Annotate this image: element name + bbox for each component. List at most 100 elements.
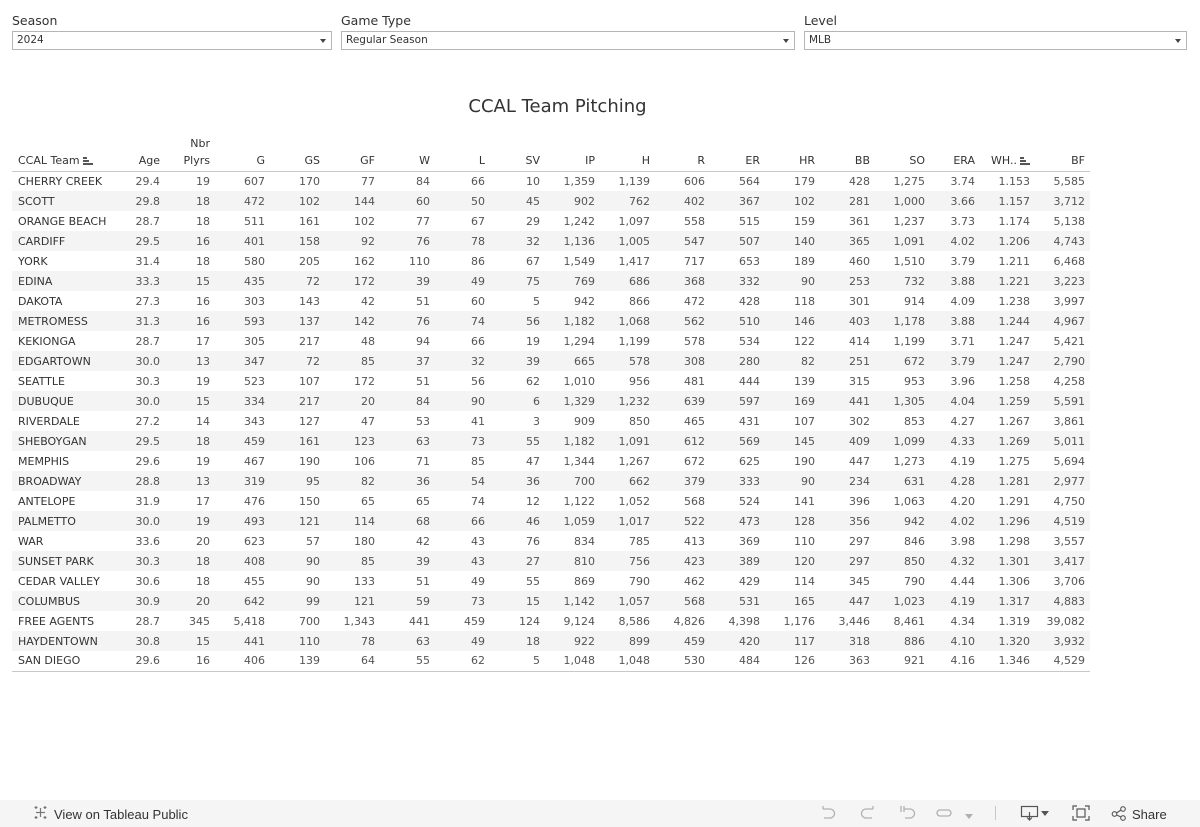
column-header-er[interactable]: ER [710,134,765,172]
stat-cell: 30.6 [135,574,161,588]
stat-cell: 102 [270,191,325,211]
column-header-h[interactable]: H [600,134,655,172]
column-header-r[interactable]: R [655,134,710,172]
column-header-gs[interactable]: GS [270,134,325,172]
stat-cell: 700 [545,471,600,491]
stat-cell: 4.44 [950,574,976,588]
stat-cell: 90 [765,471,820,491]
stat-cell: 49 [435,271,490,291]
column-header-ip[interactable]: IP [545,134,600,172]
stat-cell: 27.2 [135,414,161,428]
stat-cell: 672 [684,454,705,468]
refresh-icon[interactable] [935,805,953,825]
column-header-w[interactable]: W [380,134,435,172]
stat-cell: 389 [710,551,765,571]
table-row: DUBUQUE 30.0 15 334 217 20 84 90 6 1,329 1,232 639 5… [12,391,1090,411]
stat-cell: 3,557 [1053,534,1086,548]
stat-cell: 465 [684,414,705,428]
column-header-age[interactable]: Age [125,134,165,172]
column-header-sv[interactable]: SV [490,134,545,172]
stat-cell: 597 [710,391,765,411]
stat-cell: 15 [165,631,215,651]
column-header-g[interactable]: G [215,134,270,172]
column-header-ccal-team[interactable]: CCAL Team [12,134,125,172]
game-type-label: Game Type [341,13,411,28]
stat-cell: 57 [306,534,320,548]
column-header-bf[interactable]: BF [1035,134,1090,172]
stat-cell: 20 [196,534,210,548]
stat-cell: 86 [471,254,485,268]
table-body: CHERRY CREEK 29.4 19 607 170 77 84 66 10 1,359 1,1… [12,171,1090,672]
column-header-gf[interactable]: GF [325,134,380,172]
table-row: RIVERDALE 27.2 14 343 127 47 53 41 3 909 850 465 431… [12,411,1090,431]
undo-icon[interactable] [819,805,837,825]
stat-cell: 1,052 [618,494,651,508]
stat-cell: 515 [739,214,760,228]
stat-cell: 30.8 [125,631,165,651]
stat-cell: 396 [849,494,870,508]
team-name-cell: DUBUQUE [12,391,125,411]
stat-cell: 90 [270,551,325,571]
stat-cell: 1,063 [893,494,926,508]
stat-cell: 2,790 [1035,351,1090,371]
stat-cell: 63 [380,431,435,451]
column-header-wh[interactable]: WH.. [980,134,1035,172]
column-header-hr[interactable]: HR [765,134,820,172]
stat-cell: 568 [684,494,705,508]
chevron-down-icon [320,39,326,43]
stat-cell: 531 [710,591,765,611]
season-dropdown[interactable]: 2024 [12,31,332,50]
stat-cell: 3,223 [1035,271,1090,291]
stat-cell: 74 [435,311,490,331]
stat-cell: 107 [794,414,815,428]
stat-cell: 4,258 [1053,374,1086,388]
stat-cell: 428 [849,174,870,188]
view-on-tableau-public-link[interactable]: View on Tableau Public [33,805,188,823]
stat-cell: 19 [165,511,215,531]
column-header-label: HR [799,153,815,167]
stat-cell: 343 [244,414,265,428]
stat-cell: 301 [849,294,870,308]
column-header-nbr-plyrs[interactable]: Nbr Plyrs [165,134,215,172]
stat-cell: 785 [629,534,650,548]
redo-icon[interactable] [859,805,877,825]
stat-cell: 1,267 [618,454,651,468]
column-header-so[interactable]: SO [875,134,930,172]
table-row: DAKOTA 27.3 16 303 143 42 51 60 5 942 866 472 428 118… [12,291,1090,311]
table-row: SAN DIEGO 29.6 16 406 139 64 55 62 5 1,048 1,048 53… [12,651,1090,672]
column-header-bb[interactable]: BB [820,134,875,172]
game-type-dropdown[interactable]: Regular Season [341,31,795,50]
stat-cell: 511 [244,214,265,228]
stat-cell: 481 [684,374,705,388]
stat-cell: 41 [471,414,485,428]
stat-cell: 334 [215,391,270,411]
pause-dropdown-icon[interactable] [964,809,974,825]
stat-cell: 3.96 [950,374,976,388]
column-header-l[interactable]: L [435,134,490,172]
stat-cell: 18 [165,551,215,571]
level-dropdown[interactable]: MLB [804,31,1187,50]
stat-cell: 145 [765,431,820,451]
stat-cell: 159 [794,214,815,228]
download-icon[interactable] [1020,805,1050,825]
revert-icon[interactable] [899,805,917,825]
stat-cell: 31.3 [125,311,165,331]
stat-cell: 102 [765,191,820,211]
stat-cell: 189 [794,254,815,268]
sort-ascending-icon[interactable] [82,156,93,165]
fullscreen-icon[interactable] [1072,805,1090,825]
game-type-value: Regular Season [346,34,428,46]
tableau-logo-icon [33,805,48,823]
stat-cell: 71 [416,454,430,468]
sort-ascending-icon[interactable] [1020,156,1030,165]
column-header-era[interactable]: ERA [930,134,980,172]
stat-cell: 162 [354,254,375,268]
stat-cell: 117 [765,631,820,651]
stat-cell: 3.88 [930,311,980,331]
stat-cell: 64 [325,651,380,672]
share-button[interactable]: Share [1111,805,1167,824]
stat-cell: 1,275 [893,174,926,188]
stat-cell: 49 [435,631,490,651]
stat-cell: 853 [904,414,925,428]
stat-cell: 1,048 [600,651,655,672]
